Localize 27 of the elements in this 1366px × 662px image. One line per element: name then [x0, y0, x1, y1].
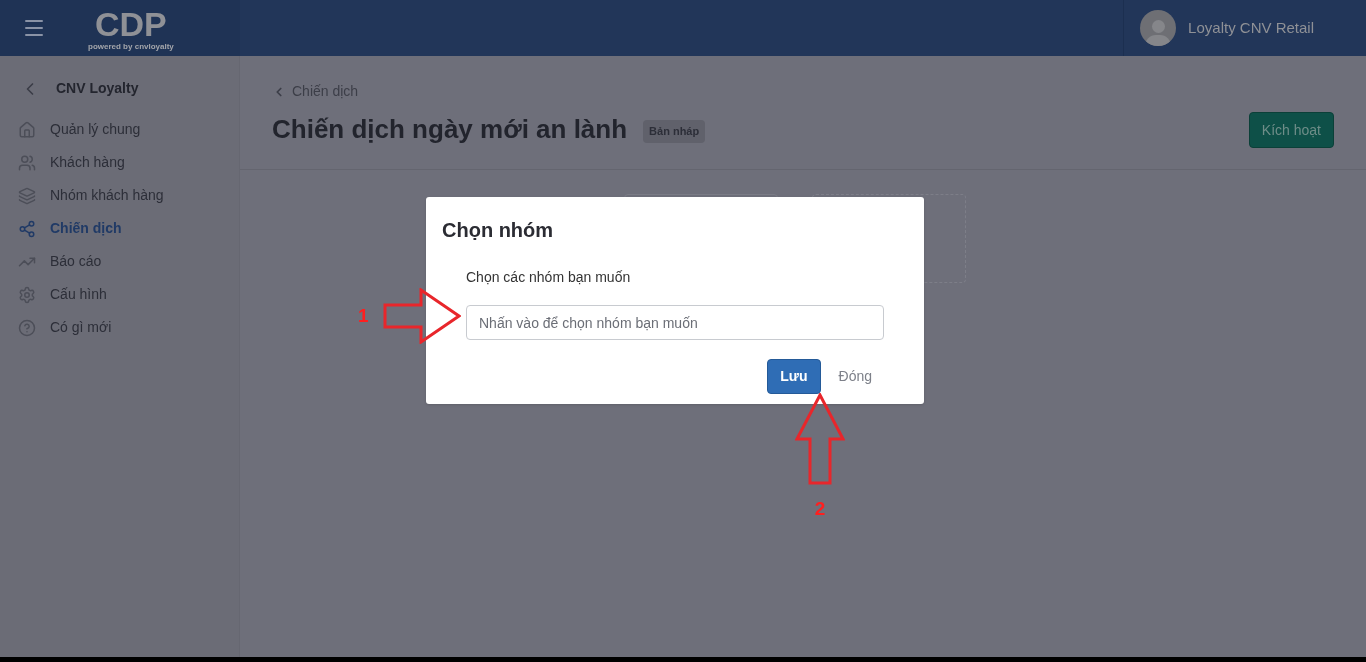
group-select-field[interactable]: Nhấn vào để chọn nhóm bạn muốn: [466, 305, 884, 340]
logo-tagline: powered by cnvloyalty: [88, 41, 174, 51]
sidebar-item[interactable]: Có gì mới: [0, 311, 239, 344]
activate-button[interactable]: Kích hoạt: [1248, 112, 1334, 148]
annotation-number: 1: [358, 303, 369, 328]
close-button[interactable]: Đóng: [826, 359, 884, 394]
save-button[interactable]: Lưu: [767, 359, 821, 394]
help-icon: [18, 318, 36, 337]
field-label: Chọn các nhóm bạn muốn: [466, 268, 632, 287]
sidebar-title: CNV Loyalty: [56, 79, 139, 98]
share-icon: [18, 219, 36, 238]
sidebar-item[interactable]: Nhóm khách hàng: [0, 179, 239, 212]
sidebar-item[interactable]: Cấu hình: [0, 278, 239, 311]
gear-icon: [18, 285, 36, 304]
sidebar-item[interactable]: Báo cáo: [0, 245, 239, 278]
avatar-icon[interactable]: [1140, 10, 1177, 46]
house-icon: [18, 120, 36, 139]
sidebar-item[interactable]: Khách hàng: [0, 146, 239, 179]
user-name[interactable]: Loyalty CNV Retail: [1188, 16, 1314, 40]
page-title: Chiến dịch ngày mới an lành: [272, 113, 628, 146]
logo: CDP: [95, 5, 167, 42]
annotation-number: 2: [814, 497, 826, 521]
dialog-title: Chọn nhóm: [442, 218, 555, 243]
sidebar-item[interactable]: Chiến dịch: [0, 212, 239, 245]
layers-icon: [18, 186, 36, 205]
sidebar-item[interactable]: Quản lý chung: [0, 113, 239, 146]
people-icon: [18, 153, 36, 172]
